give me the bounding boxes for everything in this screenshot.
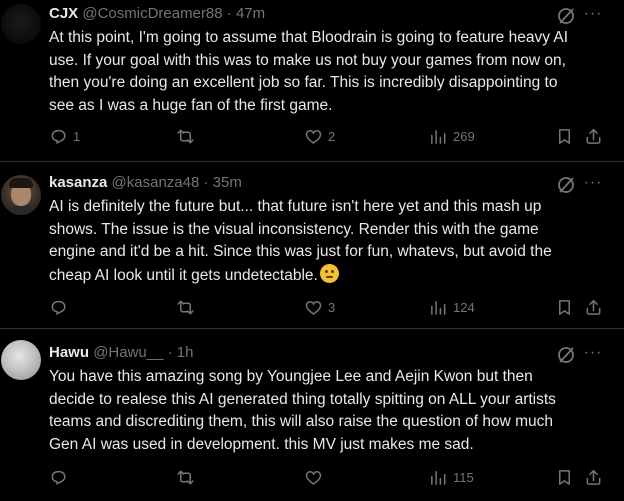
author-name[interactable]: Hawu [49,344,89,361]
views-icon [431,470,446,485]
reply-icon [51,129,66,144]
like-button[interactable] [304,467,328,487]
repost-button[interactable] [176,126,200,146]
author-name[interactable]: CJX [49,5,78,22]
reply-button[interactable]: 1 [49,126,80,146]
author-handle[interactable]: @CosmicDreamer88 [82,5,222,22]
share-icon [586,128,601,144]
action-bar: 1 2 269 [49,126,609,146]
views-count: 115 [453,469,474,485]
repost-icon [177,470,194,484]
bookmark-button[interactable] [555,467,574,487]
bookmark-button[interactable] [555,297,574,317]
like-button[interactable]: 3 [304,297,335,317]
views-icon [431,300,446,315]
post-text: AI is definitely the future but... that … [49,198,552,284]
share-button[interactable] [584,126,603,146]
bookmark-icon [558,128,571,144]
reply-button[interactable] [49,467,73,487]
avatar[interactable] [1,4,41,44]
views-icon [431,129,446,144]
post-header: Hawu @Hawu__ · 1h [49,343,193,363]
author-handle[interactable]: @kasanza48 [112,174,200,191]
like-icon [305,300,322,315]
bookmark-icon [558,469,571,485]
reply-icon [51,470,66,485]
separator-dot: · [167,344,173,361]
more-icon[interactable]: ··· [583,4,603,24]
separator-dot: · [203,174,209,191]
like-icon [305,470,322,485]
share-button[interactable] [584,297,603,317]
views-button[interactable]: 124 [429,297,475,317]
timestamp[interactable]: 35m [213,174,242,191]
repost-icon [177,129,194,143]
action-bar: 3 124 [49,297,609,317]
grok-icon[interactable] [556,345,576,365]
like-count: 3 [328,299,336,315]
repost-button[interactable] [176,467,200,487]
avatar[interactable] [1,175,41,215]
share-button[interactable] [584,467,603,487]
repost-button[interactable] [176,297,200,317]
post-header: CJX @CosmicDreamer88 · 47m [49,4,265,24]
views-count: 124 [453,299,475,315]
grok-icon[interactable] [556,175,576,195]
like-button[interactable]: 2 [304,126,335,146]
share-icon [586,469,601,485]
thinking-face-emoji [319,263,339,283]
like-count: 2 [328,128,336,144]
share-icon [586,299,601,315]
bookmark-icon [558,299,571,315]
avatar[interactable] [1,340,41,380]
post-text: You have this amazing song by Youngjee L… [49,368,556,453]
reply-count: 1 [73,128,81,144]
author-handle[interactable]: @Hawu__ [93,344,163,361]
reply-button[interactable] [49,297,73,317]
reply-icon [51,300,66,315]
like-icon [305,129,322,144]
views-button[interactable]: 115 [429,467,474,487]
author-name[interactable]: kasanza [49,174,107,191]
post-header: kasanza @kasanza48 · 35m [49,173,242,193]
reply-feed: CJX @CosmicDreamer88 · 47m ··· At this p… [0,0,624,501]
post-divider [0,161,624,162]
more-icon[interactable]: ··· [583,343,603,363]
timestamp[interactable]: 1h [177,344,194,361]
action-bar: 115 [49,467,609,487]
more-icon[interactable]: ··· [583,173,603,193]
timestamp[interactable]: 47m [236,5,265,22]
post-text: At this point, I'm going to assume that … [49,29,569,114]
bookmark-button[interactable] [555,126,574,146]
repost-icon [177,300,194,314]
separator-dot: · [226,5,232,22]
grok-icon[interactable] [556,6,576,26]
views-count: 269 [453,128,475,144]
views-button[interactable]: 269 [429,126,475,146]
